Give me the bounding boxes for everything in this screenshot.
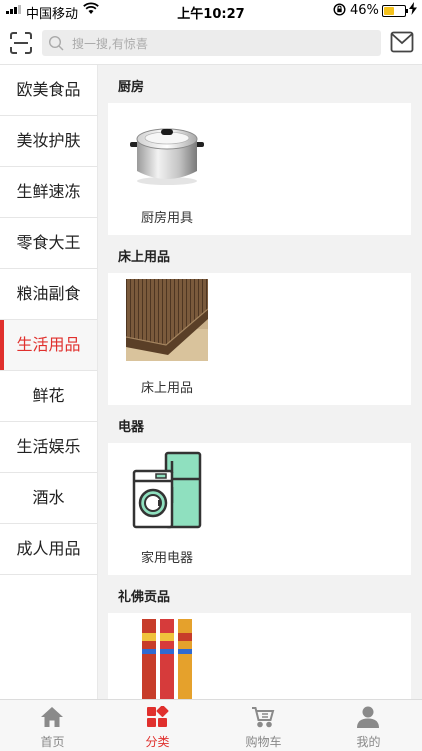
product-label: 厨房用具	[140, 211, 193, 226]
product-kitchenware[interactable]: 厨房用具	[126, 109, 208, 226]
scan-icon[interactable]	[10, 32, 32, 54]
status-bar: 中国移动 上午10:27 46%	[0, 0, 422, 22]
tab-home[interactable]: 首页	[0, 700, 105, 751]
search-header	[0, 22, 422, 65]
orientation-lock-icon	[333, 3, 346, 19]
message-icon[interactable]	[390, 30, 414, 54]
sidebar-item-drinks[interactable]: 酒水	[0, 473, 97, 524]
tab-label: 首页	[40, 735, 65, 749]
section-title: 床上用品	[118, 250, 171, 265]
sidebar-item-flowers[interactable]: 鲜花	[0, 371, 97, 422]
section-title: 厨房	[118, 80, 145, 95]
charging-bolt-icon	[409, 2, 417, 18]
sidebar-item-fresh-frozen[interactable]: 生鲜速冻	[0, 167, 97, 218]
sidebar-item-snacks[interactable]: 零食大王	[0, 218, 97, 269]
search-input[interactable]	[70, 30, 374, 58]
incense-sticks-image	[126, 619, 208, 699]
appliances-image	[132, 451, 202, 529]
category-icon	[147, 706, 169, 727]
section-card-appliances: 家用电器	[108, 443, 411, 575]
product-label: 家用电器	[140, 551, 193, 566]
cooking-pot-image	[130, 128, 204, 185]
sidebar-item-entertainment[interactable]: 生活娱乐	[0, 422, 97, 473]
battery-percent: 46%	[350, 3, 379, 18]
product-bedding[interactable]: 床上用品	[126, 279, 208, 396]
product-appliances[interactable]: 家用电器	[126, 449, 208, 566]
category-content: 厨房 厨房用具 床上用品 床上用品 电器 家用电器 礼佛贡品	[98, 65, 422, 699]
section-card-kitchen: 厨房用具	[108, 103, 411, 235]
tab-cart[interactable]: 购物车	[211, 700, 316, 751]
tab-label: 分类	[145, 735, 170, 749]
sidebar-item-grain-oil[interactable]: 粮油副食	[0, 269, 97, 320]
sidebar-item-adult[interactable]: 成人用品	[0, 524, 97, 575]
battery-icon	[382, 5, 408, 17]
sidebar-item-beauty[interactable]: 美妆护肤	[0, 116, 97, 167]
home-icon	[41, 707, 63, 727]
sidebar-item-western-food[interactable]: 欧美食品	[0, 65, 97, 116]
tab-profile[interactable]: 我的	[316, 700, 421, 751]
tab-category[interactable]: 分类	[105, 700, 210, 751]
bamboo-mat-image	[126, 279, 208, 361]
search-icon	[48, 35, 64, 51]
user-icon	[357, 706, 379, 728]
search-box[interactable]	[42, 30, 381, 58]
category-sidebar: 欧美食品 美妆护肤 生鲜速冻 零食大王 粮油副食 生活用品 鲜花 生活娱乐 酒水…	[0, 65, 98, 699]
sidebar-item-daily-goods[interactable]: 生活用品	[0, 320, 97, 371]
section-title: 礼佛贡品	[118, 590, 171, 605]
section-card-bedding: 床上用品	[108, 273, 411, 405]
tab-label: 我的	[356, 735, 381, 749]
bottom-tab-bar: 首页 分类 购物车 我的	[0, 699, 422, 751]
section-title: 电器	[118, 420, 145, 435]
tab-label: 购物车	[245, 735, 282, 749]
product-offerings[interactable]	[126, 619, 208, 699]
cart-icon	[252, 707, 275, 728]
product-label: 床上用品	[140, 381, 193, 396]
section-card-offerings	[108, 613, 411, 699]
